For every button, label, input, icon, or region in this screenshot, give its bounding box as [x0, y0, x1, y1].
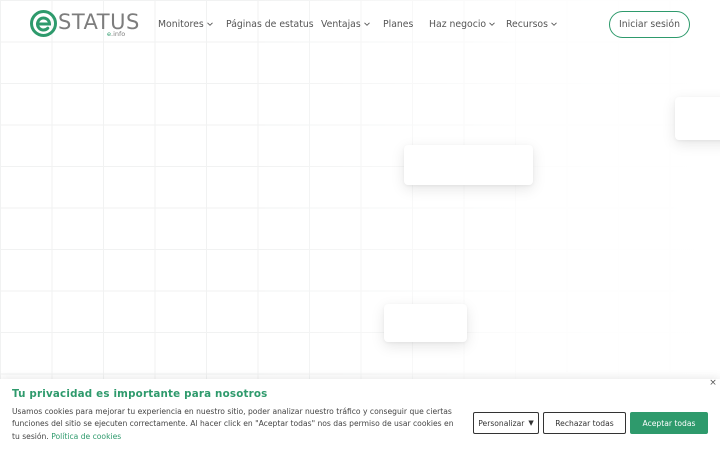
- floating-card: [384, 304, 467, 342]
- nav-item-planes[interactable]: Planes: [383, 17, 413, 31]
- accept-all-button[interactable]: Aceptar todas: [630, 412, 708, 434]
- customize-button[interactable]: Personalizar ▼: [473, 412, 539, 434]
- nav-item-haz-negocio[interactable]: Haz negocio: [429, 17, 495, 31]
- site-header: STATUS e.info Monitores Páginas de estat…: [0, 0, 720, 48]
- estatus-logo-icon: [30, 10, 57, 37]
- floating-card: [404, 145, 533, 185]
- brand-domain-suffix: .info: [111, 30, 126, 38]
- close-icon[interactable]: ×: [709, 379, 717, 388]
- login-button[interactable]: Iniciar sesión: [609, 11, 690, 38]
- brand-name: STATUS: [58, 10, 140, 34]
- floating-card: [675, 97, 720, 140]
- nav-item-recursos[interactable]: Recursos: [506, 17, 557, 31]
- nav-item-label: Ventajas: [321, 18, 361, 30]
- cookie-title: Tu privacidad es importante para nosotro…: [12, 388, 268, 400]
- customize-button-label: Personalizar: [478, 418, 525, 428]
- nav-item-label: Planes: [383, 18, 414, 30]
- reject-all-button[interactable]: Rechazar todas: [543, 412, 626, 434]
- nav-item-label: Recursos: [506, 18, 548, 30]
- nav-item-label: Haz negocio: [429, 18, 487, 30]
- chevron-down-icon: [363, 22, 370, 26]
- brand-domain: e.info: [107, 30, 125, 38]
- nav-item-paginas-estatus[interactable]: Páginas de estatus: [226, 17, 314, 31]
- nav-item-label: Monitores: [158, 18, 204, 30]
- cookie-banner: × Tu privacidad es importante para nosot…: [0, 379, 720, 450]
- cookie-description: Usamos cookies para mejorar tu experienc…: [12, 406, 462, 443]
- cookie-policy-link[interactable]: Política de cookies: [51, 432, 121, 441]
- chevron-down-icon: [489, 22, 495, 26]
- chevron-down-icon: [206, 22, 213, 26]
- nav-item-monitores[interactable]: Monitores: [158, 17, 213, 31]
- nav-item-ventajas[interactable]: Ventajas: [321, 17, 370, 31]
- nav-item-label: Páginas de estatus: [226, 18, 314, 30]
- caret-down-icon: ▼: [528, 419, 534, 427]
- chevron-down-icon: [551, 22, 557, 26]
